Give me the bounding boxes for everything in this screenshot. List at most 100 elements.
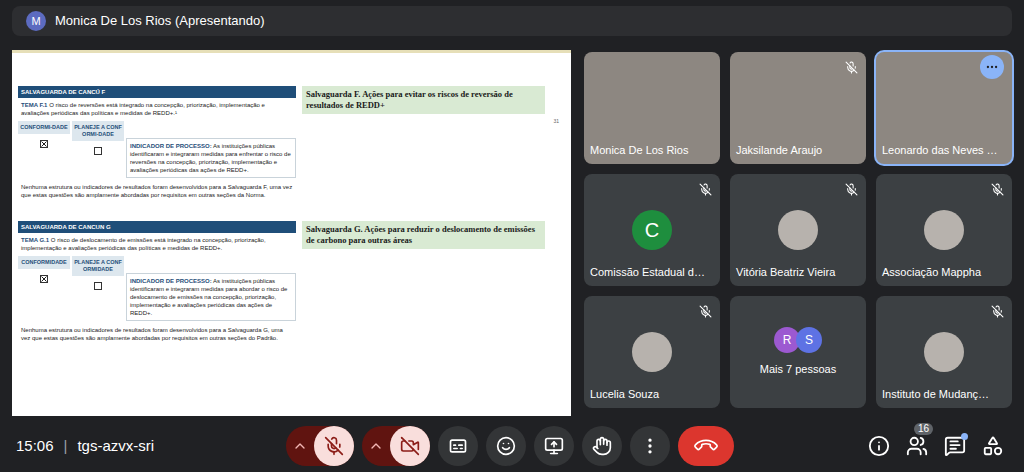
- safeguard-table: SALVAGUARDA DE CANCUN G TEMA G.1 O risco …: [18, 221, 296, 342]
- checkbox: [40, 140, 48, 148]
- indicator-column: INDICADOR DE PROCESSO: As instituições p…: [126, 121, 296, 178]
- avatar-picture: [778, 210, 818, 250]
- avatar-picture: [924, 210, 964, 250]
- info-icon[interactable]: [868, 435, 890, 457]
- phone-icon: [692, 432, 720, 460]
- options-button[interactable]: [286, 438, 314, 454]
- compliance-column: CONFORMIDADE: [18, 256, 70, 321]
- chevron-up-icon: [292, 438, 308, 454]
- present-icon: [544, 436, 564, 456]
- participant-tile[interactable]: Jaksilande Araujo: [730, 52, 866, 164]
- camera-control[interactable]: [362, 426, 430, 466]
- compliance-column: PLANEJE A CONFORMIDADE: [72, 256, 124, 321]
- chat-button[interactable]: [944, 435, 966, 457]
- avatar-picture: [632, 332, 672, 372]
- participant-name: Jaksilande Araujo: [736, 144, 822, 157]
- mic-off-icon: [845, 61, 858, 74]
- safeguard-section: SALVAGUARDA DE CANCUN G TEMA G.1 O risco …: [18, 221, 565, 342]
- cross-icon: [41, 276, 47, 282]
- safeguard-section: SALVAGUARDA DE CANCÚ FTEMA F.1 O risco d…: [18, 86, 565, 199]
- options-button[interactable]: [362, 438, 390, 454]
- participant-tile[interactable]: RSMais 7 pessoas: [730, 296, 866, 408]
- activities-icon[interactable]: [982, 435, 1004, 457]
- participant-name: Instituto de Mudanç…: [882, 388, 989, 401]
- section-note: Nenhuma estrutura ou indicadores de resu…: [18, 326, 296, 342]
- column-header: CONFORMIDADE: [18, 256, 70, 269]
- control-bar: 15:06|tgs-azvx-sri16: [0, 420, 1024, 472]
- captions-button[interactable]: [438, 426, 478, 466]
- present-button[interactable]: [534, 426, 574, 466]
- section-header: SALVAGUARDA DE CANCUN G: [18, 221, 296, 233]
- presenter-name: Monica De Los Rios (Apresentando): [55, 11, 265, 31]
- participant-tile[interactable]: Associação Mappha: [876, 174, 1012, 286]
- separator: |: [64, 435, 68, 458]
- avatar: S: [796, 327, 822, 353]
- shared-screen: SALVAGUARDA DE CANCÚ FTEMA F.1 O risco d…: [12, 50, 571, 416]
- emoji-icon: [496, 436, 516, 456]
- participant-name: Monica De Los Rios: [590, 144, 688, 157]
- compliance-column: CONFORMI-DADE: [18, 121, 70, 178]
- cross-icon: [41, 141, 47, 147]
- indicator-text: INDICADOR DE PROCESSO: As instituições p…: [126, 138, 296, 178]
- indicator-column: INDICADOR DE PROCESSO: As instituições p…: [126, 256, 296, 321]
- microphone-button[interactable]: [314, 426, 354, 466]
- column-header: PLANEJE A CONFORMIDADE: [72, 256, 124, 276]
- participant-name: Leonardo das Neves …: [882, 144, 998, 157]
- tema-text: TEMA F.1 O risco de reversões está integ…: [18, 101, 296, 117]
- column-header: CONFORMI-DADE: [18, 121, 70, 134]
- microphone-control[interactable]: [286, 426, 354, 466]
- participant-tile[interactable]: Lucelia Souza: [584, 296, 720, 408]
- participant-tile[interactable]: Monica De Los Rios: [584, 52, 720, 164]
- checkbox: [94, 147, 102, 155]
- presenter-bar: M Monica De Los Rios (Apresentando): [0, 0, 1024, 44]
- avatar: C: [632, 210, 672, 250]
- mic-off-icon: [991, 183, 1004, 196]
- section-note: Nenhuma estrutura ou indicadores de resu…: [18, 183, 296, 199]
- participant-name: Lucelia Souza: [590, 388, 659, 401]
- mic-off-icon: [991, 305, 1004, 318]
- participant-name: Comissão Estadual d…: [590, 266, 705, 279]
- participant-grid: Monica De Los Rios Jaksilande Araujo Leona…: [584, 52, 1012, 420]
- people-icon: [906, 435, 928, 457]
- microphone-icon: [324, 436, 344, 456]
- people-count-badge: 16: [914, 423, 933, 435]
- meet-window: M Monica De Los Rios (Apresentando) SALVAG…: [0, 0, 1024, 472]
- more-icon: [985, 60, 999, 74]
- checkbox: [40, 275, 48, 283]
- safeguard-title: Salvaguarda F. Ações para evitar os risc…: [302, 86, 545, 114]
- checkbox: [94, 282, 102, 290]
- participant-tile[interactable]: Instituto de Mudanç…: [876, 296, 1012, 408]
- unread-dot: [961, 433, 968, 440]
- safeguard-title: Salvaguarda G. Ações para reduzir o desl…: [302, 221, 545, 249]
- meeting-code: tgs-azvx-sri: [77, 435, 154, 458]
- column-header: PLANEJE A CONFORMI-DADE: [72, 121, 124, 141]
- raise-hand-icon: [592, 436, 612, 456]
- mic-off-icon: [699, 305, 712, 318]
- compliance-table: CONFORMIDADEPLANEJE A CONFORMIDADEINDICA…: [18, 256, 296, 321]
- emoji-button[interactable]: [486, 426, 526, 466]
- compliance-column: PLANEJE A CONFORMI-DADE: [72, 121, 124, 178]
- participant-tile[interactable]: Vitória Beatriz Vieira: [730, 174, 866, 286]
- presenter-avatar: M: [26, 11, 46, 31]
- more-button[interactable]: [630, 426, 670, 466]
- compliance-table: CONFORMI-DADEPLANEJE A CONFORMI-DADEINDI…: [18, 121, 296, 178]
- camera-button[interactable]: [390, 426, 430, 466]
- avatar-picture: [924, 332, 964, 372]
- participant-tile[interactable]: Leonardo das Neves …: [876, 52, 1012, 164]
- more-people-label: Mais 7 pessoas: [760, 361, 836, 378]
- captions-icon: [448, 436, 468, 456]
- camera-icon: [400, 436, 420, 456]
- mic-off-icon: [699, 183, 712, 196]
- chevron-up-icon: [368, 438, 384, 454]
- tema-text: TEMA G.1 O risco de deslocamento de emis…: [18, 236, 296, 252]
- end-call-button[interactable]: [678, 426, 734, 466]
- indicator-text: INDICADOR DE PROCESSO: As instituições p…: [126, 273, 296, 321]
- more-options-button[interactable]: [980, 55, 1004, 79]
- participant-name: Associação Mappha: [882, 266, 981, 279]
- people-button[interactable]: 16: [906, 435, 928, 457]
- participant-tile[interactable]: C Comissão Estadual d…: [584, 174, 720, 286]
- safeguard-table: SALVAGUARDA DE CANCÚ FTEMA F.1 O risco d…: [18, 86, 296, 199]
- more-icon: [640, 436, 660, 456]
- raise-hand-button[interactable]: [582, 426, 622, 466]
- mic-off-icon: [845, 183, 858, 196]
